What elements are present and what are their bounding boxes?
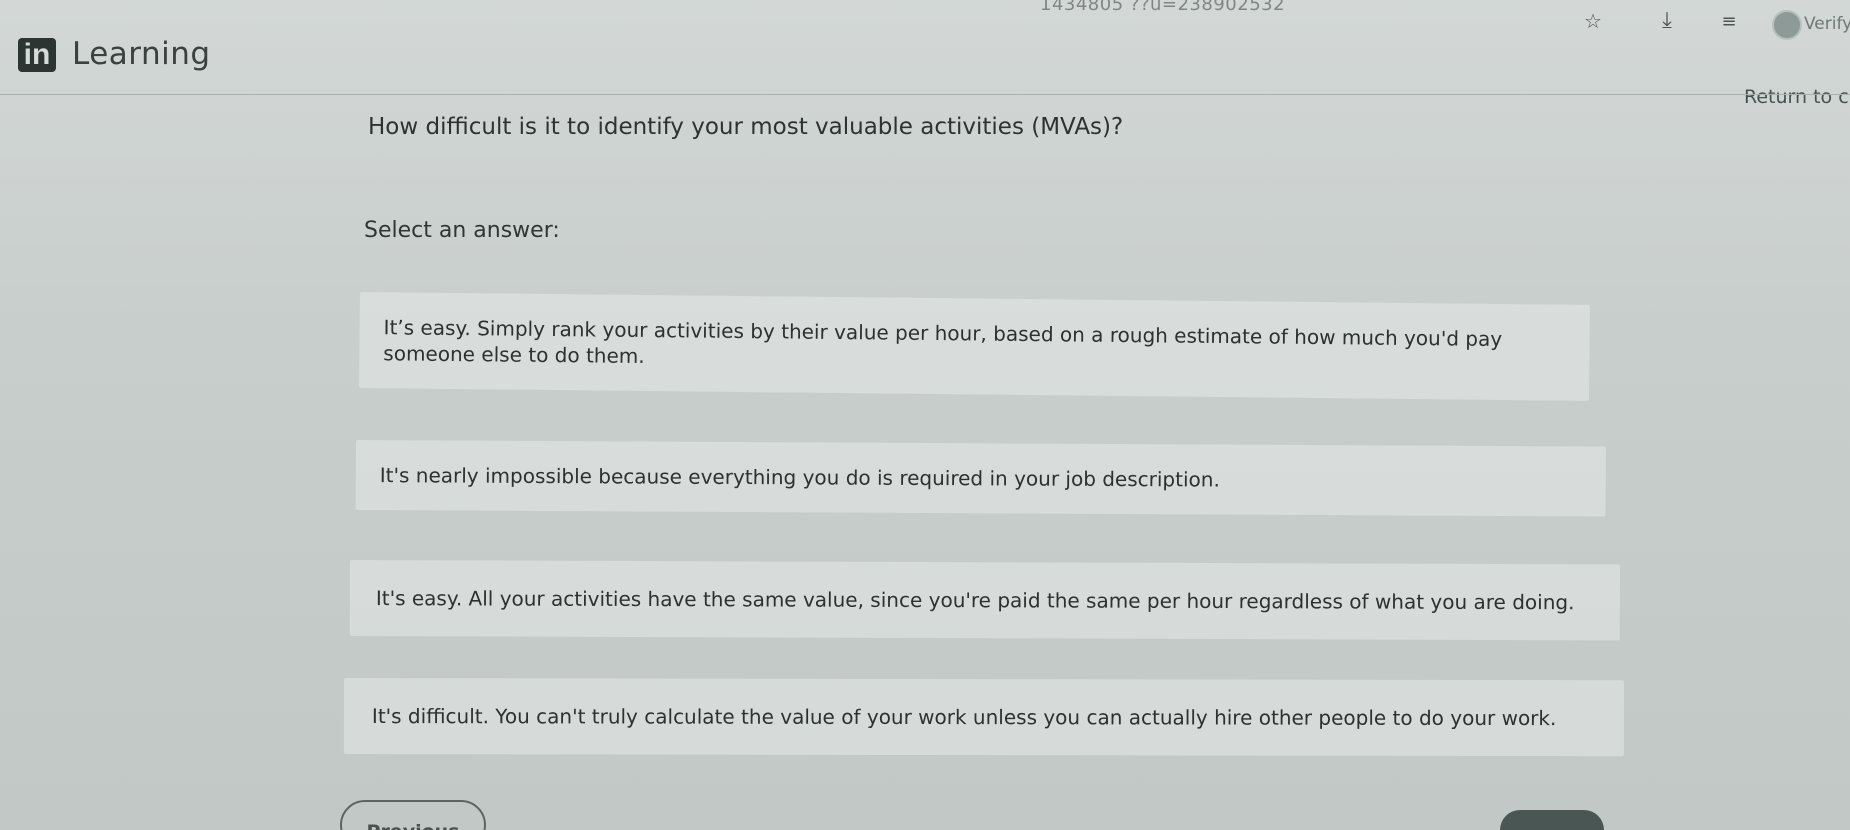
- star-icon[interactable]: ☆: [1578, 6, 1608, 36]
- next-button[interactable]: [1500, 810, 1604, 830]
- profile-label[interactable]: Verify: [1804, 14, 1850, 34]
- answer-option-text: It's nearly impossible because everythin…: [379, 463, 1220, 492]
- question-text: How difficult is it to identify your mos…: [368, 114, 1124, 140]
- linkedin-logo[interactable]: in: [18, 38, 56, 72]
- page: 1434805 ??u=238902532 ☆ ⤓ ≡ Verify in Le…: [0, 0, 1850, 830]
- answer-option-3[interactable]: It's easy. All your activities have the …: [349, 560, 1620, 641]
- url-fragment[interactable]: 1434805 ??u=238902532: [1040, 0, 1285, 15]
- answer-option-1[interactable]: It’s easy. Simply rank your activities b…: [358, 292, 1590, 401]
- answer-option-2[interactable]: It's nearly impossible because everythin…: [355, 440, 1606, 517]
- return-to-course-link[interactable]: Return to c: [1744, 86, 1849, 108]
- brand-title[interactable]: Learning: [72, 36, 211, 72]
- previous-button[interactable]: Previous: [340, 800, 486, 830]
- download-icon[interactable]: ⤓: [1652, 6, 1682, 36]
- answer-option-text: It’s easy. Simply rank your activities b…: [383, 314, 1502, 378]
- answer-option-4[interactable]: It's difficult. You can't truly calculat…: [343, 678, 1624, 757]
- answer-option-text: It's difficult. You can't truly calculat…: [371, 704, 1557, 731]
- header-divider: [0, 94, 1850, 95]
- browser-toolbar: 1434805 ??u=238902532 ☆ ⤓ ≡ Verify: [0, 0, 1850, 44]
- answer-option-text: It's easy. All your activities have the …: [375, 586, 1575, 615]
- profile-avatar-icon[interactable]: [1772, 10, 1802, 40]
- reading-list-icon[interactable]: ≡: [1714, 6, 1744, 36]
- select-answer-prompt: Select an answer:: [364, 218, 560, 243]
